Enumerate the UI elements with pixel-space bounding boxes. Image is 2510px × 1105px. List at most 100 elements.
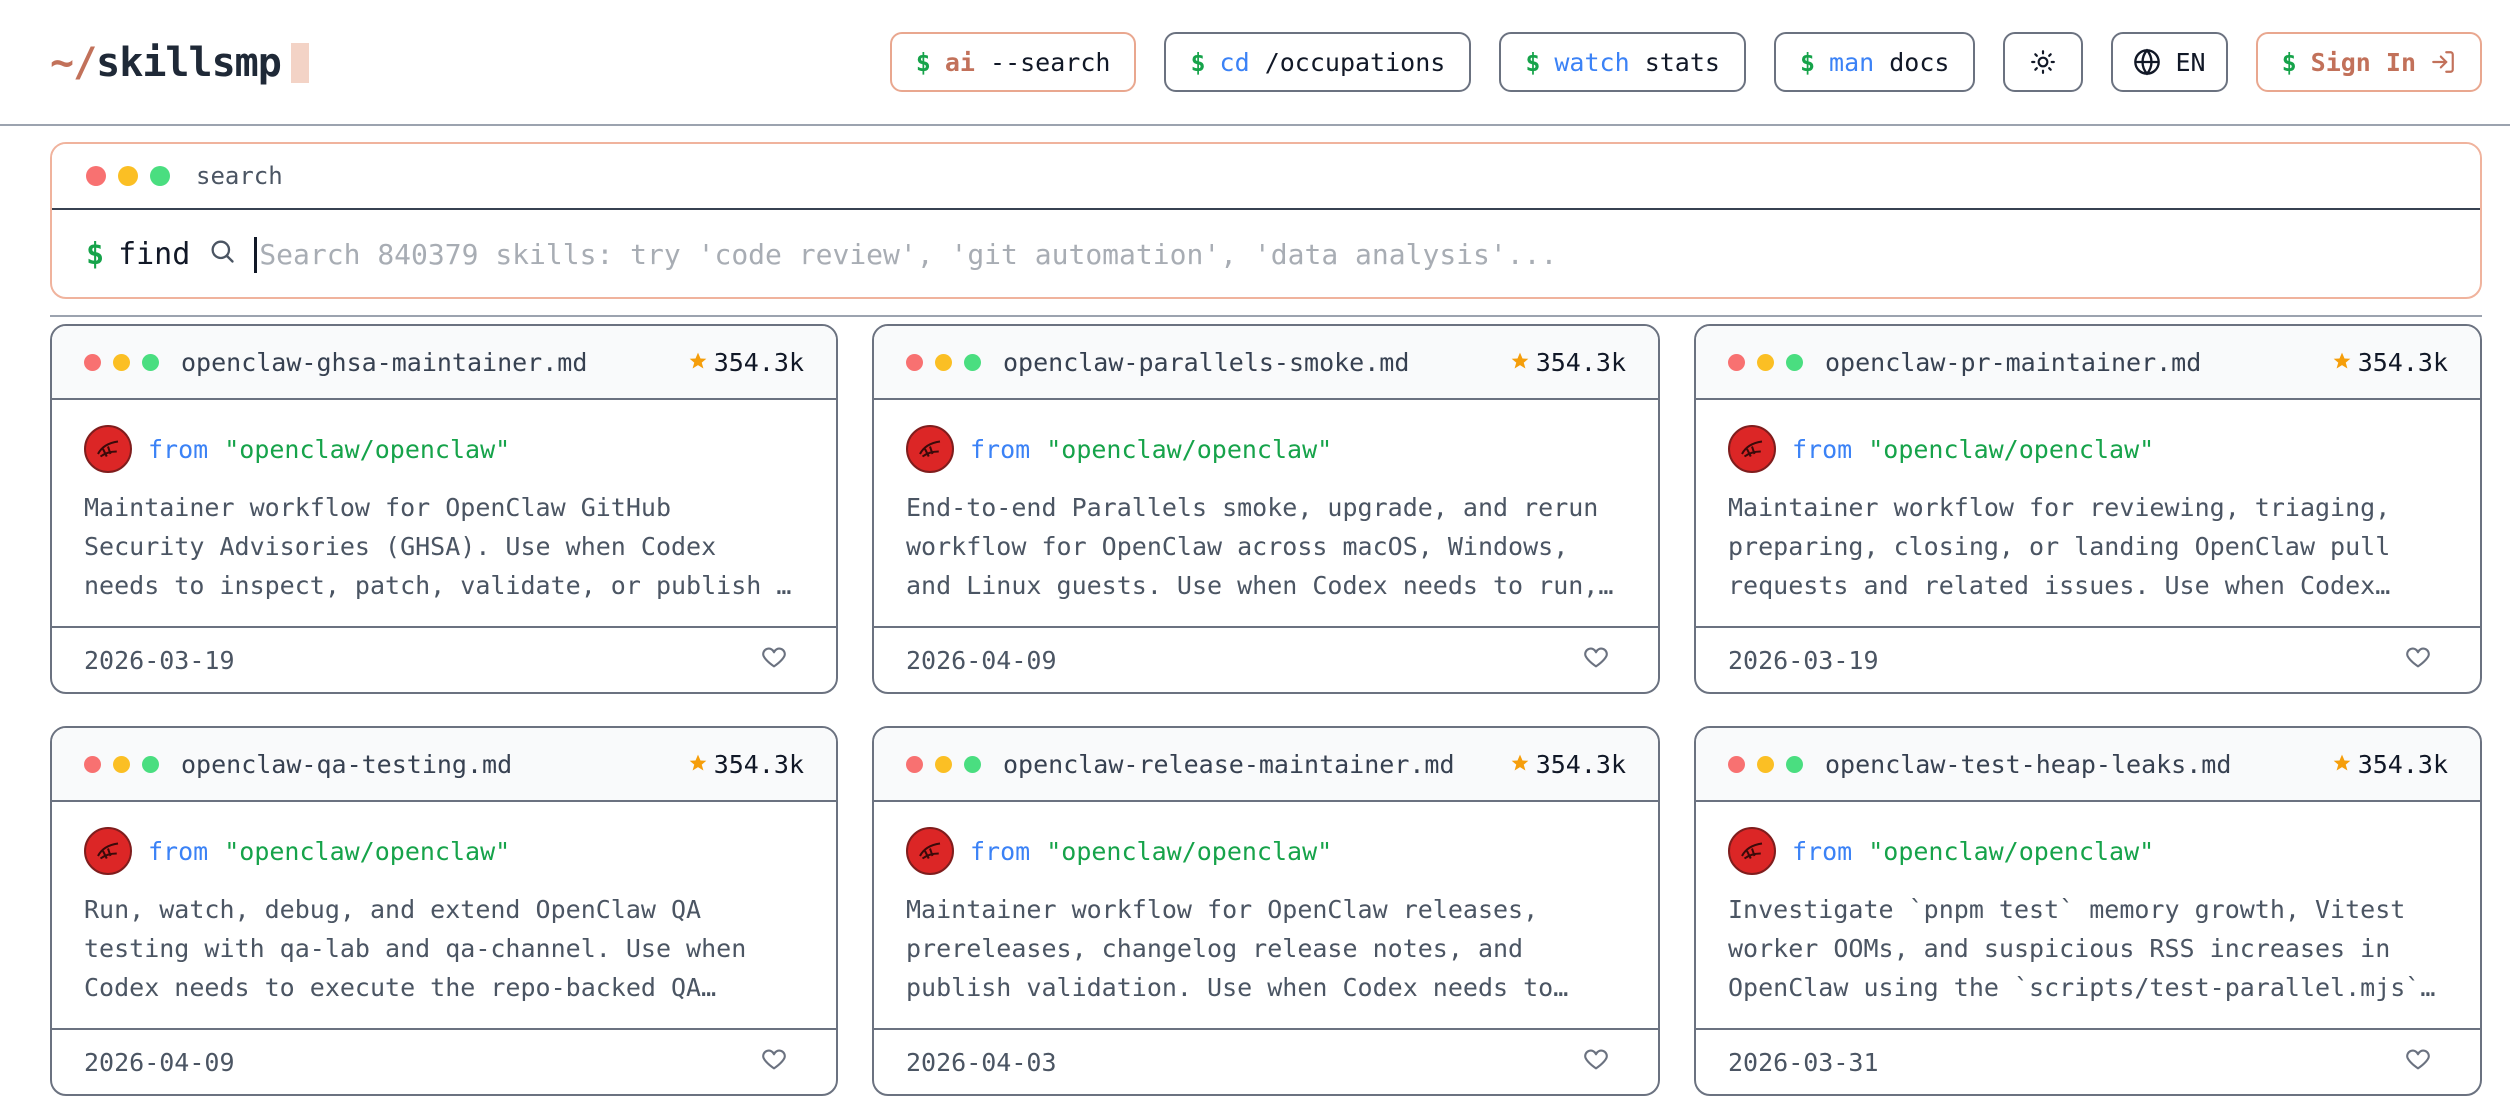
window-dot-red [1728,755,1745,773]
skill-filename[interactable]: openclaw-release-maintainer.md [1003,750,1498,779]
skill-date: 2026-04-03 [906,1047,1057,1077]
search-title: search [196,162,283,190]
card-body: from "openclaw/openclaw" End-to-end Para… [874,400,1658,626]
man-command: man [1829,47,1875,77]
skill-date: 2026-04-09 [84,1047,235,1077]
skill-filename[interactable]: openclaw-qa-testing.md [181,750,676,779]
source-repo[interactable]: "openclaw/openclaw" [1868,837,2154,866]
find-command: find [118,237,191,272]
window-dot-green [1786,755,1803,773]
skill-card[interactable]: openclaw-pr-maintainer.md 354.3k from "o… [1694,324,2482,694]
heart-icon[interactable] [760,643,788,677]
window-dot-red [906,755,923,773]
window-dot-yellow [1757,755,1774,773]
language-button[interactable]: EN [2111,32,2228,92]
docs-button[interactable]: $ man docs [1773,32,1976,92]
star-count-value: 354.3k [2357,347,2448,377]
card-header: openclaw-test-heap-leaks.md 354.3k [1696,728,2480,802]
sign-in-button[interactable]: $ Sign In [2255,32,2482,92]
prompt-symbol: $ [86,237,105,272]
star-count-value: 354.3k [713,749,804,779]
ai-search-button[interactable]: $ ai --search [889,32,1137,92]
source-repo[interactable]: "openclaw/openclaw" [1046,435,1332,464]
card-source: from "openclaw/openclaw" [906,826,1626,876]
watch-command: watch [1554,47,1630,77]
skill-card[interactable]: openclaw-qa-testing.md 354.3k from "open… [50,726,838,1096]
prompt-symbol: $ [1190,47,1206,77]
repo-avatar [1728,827,1776,875]
card-footer: 2026-03-19 [52,626,836,692]
window-dot-yellow [1757,353,1774,371]
card-body: from "openclaw/openclaw" Investigate `pn… [1696,802,2480,1028]
heart-icon[interactable] [760,1045,788,1079]
skill-card[interactable]: openclaw-parallels-smoke.md 354.3k from … [872,324,1660,694]
skill-filename[interactable]: openclaw-pr-maintainer.md [1825,348,2320,377]
skill-card[interactable]: openclaw-release-maintainer.md 354.3k fr… [872,726,1660,1096]
occupations-arg: /occupations [1264,47,1446,77]
skill-date: 2026-03-19 [1728,645,1879,675]
sign-in-icon [2430,49,2456,75]
star-icon [2332,750,2352,779]
card-source: from "openclaw/openclaw" [1728,826,2448,876]
occupations-button[interactable]: $ cd /occupations [1164,32,1472,92]
heart-icon[interactable] [1582,1045,1610,1079]
top-header: ~/ skillsmp $ ai --search $ cd /occupati… [0,0,2510,126]
star-icon [688,348,708,377]
heart-icon[interactable] [2404,643,2432,677]
top-nav: $ ai --search $ cd /occupations $ watch … [889,32,2482,92]
skill-card[interactable]: openclaw-ghsa-maintainer.md 354.3k from … [50,324,838,694]
star-count: 354.3k [2332,750,2448,779]
heart-icon[interactable] [1582,643,1610,677]
cd-command: cd [1219,47,1250,77]
skill-filename[interactable]: openclaw-parallels-smoke.md [1003,348,1498,377]
card-source: from "openclaw/openclaw" [906,424,1626,474]
search-input[interactable] [254,236,2480,273]
card-footer: 2026-04-09 [874,626,1658,692]
skill-filename[interactable]: openclaw-ghsa-maintainer.md [181,348,676,377]
star-count: 354.3k [1510,348,1626,377]
window-dot-green [1786,353,1803,371]
source-repo[interactable]: "openclaw/openclaw" [224,435,510,464]
window-dot-yellow [935,353,952,371]
star-icon [1510,750,1530,779]
card-body: from "openclaw/openclaw" Run, watch, deb… [52,802,836,1028]
stats-arg: stats [1644,47,1720,77]
card-header: openclaw-qa-testing.md 354.3k [52,728,836,802]
sun-icon [2030,49,2056,75]
window-dot-red [906,353,923,371]
repo-avatar [906,827,954,875]
heart-icon[interactable] [2404,1045,2432,1079]
card-footer: 2026-03-19 [1696,626,2480,692]
card-header: openclaw-release-maintainer.md 354.3k [874,728,1658,802]
language-label: EN [2175,47,2206,77]
docs-arg: docs [1889,47,1950,77]
window-dot-yellow [118,166,138,186]
card-footer: 2026-04-09 [52,1028,836,1094]
stats-button[interactable]: $ watch stats [1499,32,1746,92]
search-titlebar: search [52,144,2480,210]
prompt-symbol: $ [915,47,931,77]
skill-description: Maintainer workflow for OpenClaw GitHub … [84,493,792,600]
repo-avatar [84,425,132,473]
card-footer: 2026-04-03 [874,1028,1658,1094]
source-repo[interactable]: "openclaw/openclaw" [1046,837,1332,866]
star-count-value: 354.3k [1535,749,1626,779]
skill-card[interactable]: openclaw-test-heap-leaks.md 354.3k from … [1694,726,2482,1096]
skill-filename[interactable]: openclaw-test-heap-leaks.md [1825,750,2320,779]
skill-description: Maintainer workflow for reviewing, triag… [1728,493,2391,600]
source-from: from [1792,434,1853,464]
source-repo[interactable]: "openclaw/openclaw" [224,837,510,866]
star-count-value: 354.3k [713,347,804,377]
skill-date: 2026-04-09 [906,645,1057,675]
window-dot-yellow [935,755,952,773]
source-repo[interactable]: "openclaw/openclaw" [1868,435,2154,464]
site-logo[interactable]: ~/ skillsmp [50,34,309,92]
theme-toggle-button[interactable] [2003,32,2084,92]
card-source: from "openclaw/openclaw" [1728,424,2448,474]
skill-description: Run, watch, debug, and extend OpenClaw Q… [84,895,747,1002]
section-divider [50,315,2482,317]
card-body: from "openclaw/openclaw" Maintainer work… [874,802,1658,1028]
skills-grid: openclaw-ghsa-maintainer.md 354.3k from … [50,324,2482,1096]
repo-avatar [906,425,954,473]
repo-avatar [1728,425,1776,473]
